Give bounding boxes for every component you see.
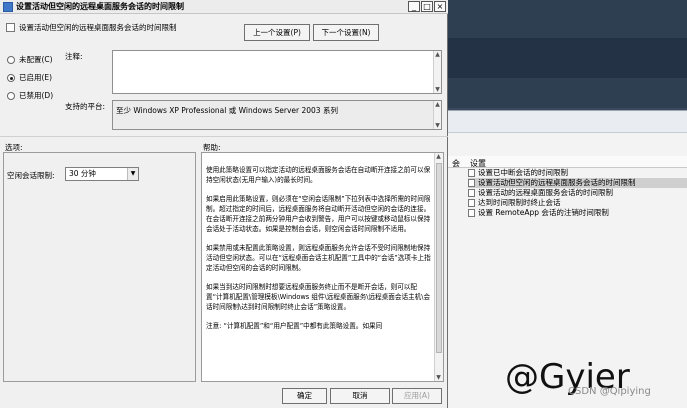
maximize-button[interactable]: □ [421,1,433,12]
platform-value: 至少 Windows XP Professional 或 Windows Ser… [116,106,338,115]
background-window: 会 设置 设置已中断会话的时间限制 设置活动但空闲的远程桌面服务会话的时间限制 … [448,0,687,408]
scroll-down-icon[interactable]: ▼ [435,374,442,381]
section-divider [0,136,448,137]
cancel-button[interactable]: 取消 [330,388,390,404]
close-button[interactable]: × [434,1,446,12]
help-text: 使用此策略设置可以指定活动的远程桌面服务会话在自动断开连接之前可以保持空闲状态(… [206,165,432,340]
radio-enabled[interactable]: 已启用(E) [7,72,52,83]
radio-dot-selected [7,73,15,82]
setting-icon [6,23,15,32]
platform-label: 支持的平台: [65,102,106,111]
help-scrollbar[interactable]: ▲ ▼ [434,153,443,381]
window-title: 设置活动但空闲的远程桌面服务会话的时间限制 [16,2,184,11]
scroll-up-icon[interactable]: ▲ [434,101,441,108]
idle-limit-select[interactable]: 30 分钟 ▼ [65,167,139,181]
title-bar[interactable]: 设置活动但空闲的远程桌面服务会话的时间限制 _ □ × [0,0,448,14]
supported-platform-box: 至少 Windows XP Professional 或 Windows Ser… [112,100,442,130]
policy-item[interactable]: 设置 RemoteApp 会话的注销时间限制 [468,208,687,218]
policy-dialog: 设置活动但空闲的远程桌面服务会话的时间限制 _ □ × 设置活动但空闲的远程桌面… [0,0,448,408]
help-paragraph: 使用此策略设置可以指定活动的远程桌面服务会话在自动断开连接之前可以保持空闲状态(… [206,166,431,184]
policy-icon [468,189,475,197]
radio-disabled[interactable]: 已禁用(D) [7,90,53,101]
window-controls: _ □ × [408,1,446,12]
comment-scrollbar[interactable]: ▲ ▼ [433,51,441,93]
options-panel: 空闲会话限制: 30 分钟 ▼ [3,152,196,382]
help-paragraph: 如果启用此策略设置，则必须在“空闲会话限制”下拉列表中选择所需的时间限制。超过指… [206,195,431,233]
setting-header: 设置活动但空闲的远程桌面服务会话的时间限制 [6,22,177,33]
radio-dot [7,55,15,64]
help-paragraph: 注意: “计算机配置”和“用户配置”中都有此策略设置。如果同 [206,322,383,330]
platform-scrollbar[interactable]: ▲ ▼ [433,101,441,129]
comment-label: 注释: [65,52,83,61]
ok-button[interactable]: 确定 [282,388,327,404]
minimize-button[interactable]: _ [408,1,420,12]
help-panel: 使用此策略设置可以指定活动的远程桌面服务会话在自动断开连接之前可以保持空闲状态(… [201,152,444,382]
scroll-up-icon[interactable]: ▲ [434,51,441,58]
column-letter: 会 [452,159,460,168]
policy-item[interactable]: 达到时间限制时终止会话 [468,198,687,208]
csdn-watermark: CSDN @Qipiying [568,386,651,397]
policy-list: 设置已中断会话的时间限制 设置活动但空闲的远程桌面服务会话的时间限制 设置活动的… [468,168,687,218]
policy-item[interactable]: 设置已中断会话的时间限制 [468,168,687,178]
setting-name: 设置活动但空闲的远程桌面服务会话的时间限制 [19,23,177,32]
policy-list-header: 会 设置 [448,156,687,168]
chevron-down-icon[interactable]: ▼ [127,168,138,180]
help-paragraph: 如果当到达时间限制时想要远程桌面服务终止而不是断开会话，则可以配置“计算机配置\… [206,283,431,311]
scroll-down-icon[interactable]: ▼ [434,86,441,93]
policy-icon [468,209,475,217]
comment-textarea[interactable]: ▲ ▼ [112,50,442,94]
next-setting-button[interactable]: 下一个设置(N) [313,24,379,41]
apply-button[interactable]: 应用(A) [392,388,442,404]
scroll-thumb[interactable] [436,163,442,353]
scroll-up-icon[interactable]: ▲ [435,153,442,160]
help-paragraph: 如果禁用或未配置此策略设置，则远程桌面服务允许会话不受时间限制地保持活动但空闲状… [206,244,431,272]
policy-window-icon [3,2,13,12]
scroll-down-icon[interactable]: ▼ [434,122,441,129]
radio-dot [7,91,15,100]
background-toolbar-area [448,0,687,108]
policy-item[interactable]: 设置活动的远程桌面服务会话的时间限制 [468,188,687,198]
radio-not-configured[interactable]: 未配置(C) [7,54,53,65]
policy-icon [468,179,475,187]
previous-setting-button[interactable]: 上一个设置(P) [244,24,310,41]
policy-item-selected[interactable]: 设置活动但空闲的远程桌面服务会话的时间限制 [468,178,687,188]
idle-limit-label: 空闲会话限制: [7,171,55,180]
policy-icon [468,169,475,177]
policy-icon [468,199,475,207]
